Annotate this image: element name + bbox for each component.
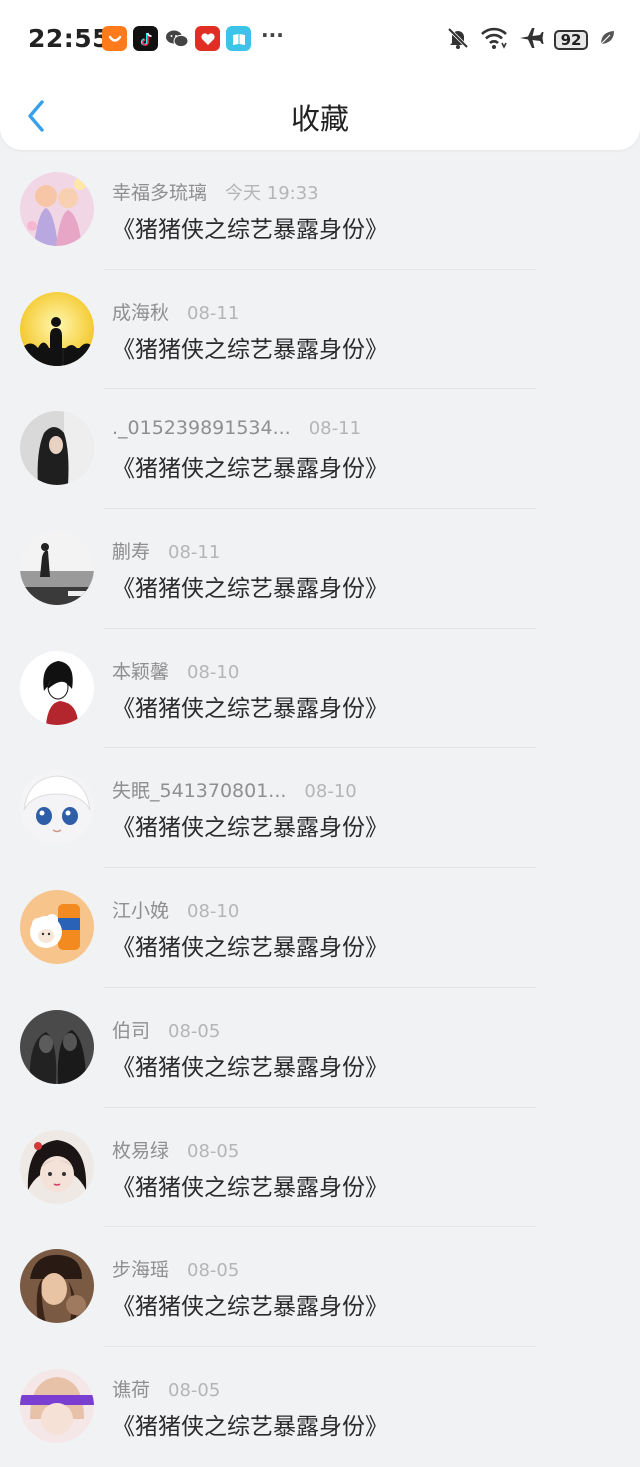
notification-app-icons: ··· bbox=[102, 22, 284, 51]
item-meta: 本颖馨 08-10 bbox=[112, 657, 239, 684]
list-item[interactable]: 伯司 08-05 《猪猪侠之综艺暴露身份》 bbox=[0, 988, 640, 1108]
favorites-list: 幸福多琉璃 今天 19:33 《猪猪侠之综艺暴露身份》 成海秋 08-11 《猪… bbox=[0, 150, 640, 1467]
item-meta: 失眠_541370801... 08-10 bbox=[112, 776, 357, 803]
list-item[interactable]: 成海秋 08-11 《猪猪侠之综艺暴露身份》 bbox=[0, 270, 640, 390]
item-meta: 伯司 08-05 bbox=[112, 1016, 220, 1043]
username[interactable]: 枚易绿 bbox=[112, 1136, 169, 1163]
collection-title[interactable]: 《猪猪侠之综艺暴露身份》 bbox=[112, 330, 388, 364]
list-item[interactable]: 幸福多琉璃 今天 19:33 《猪猪侠之综艺暴露身份》 bbox=[0, 150, 640, 270]
more-notifications-icon: ··· bbox=[261, 22, 284, 47]
airplane-mode-icon bbox=[518, 26, 544, 54]
nav-bar: 收藏 bbox=[0, 82, 640, 148]
username[interactable]: 幸福多琉璃 bbox=[112, 178, 207, 205]
username[interactable]: 伯司 bbox=[112, 1016, 150, 1043]
list-item[interactable]: 枚易绿 08-05 《猪猪侠之综艺暴露身份》 bbox=[0, 1108, 640, 1228]
date: 今天 19:33 bbox=[225, 183, 319, 204]
reader-icon bbox=[226, 26, 251, 51]
list-item[interactable]: 谯荷 08-05 《猪猪侠之综艺暴露身份》 bbox=[0, 1347, 640, 1467]
username[interactable]: 江小娩 bbox=[112, 896, 169, 923]
username[interactable]: ._015239891534... bbox=[112, 417, 291, 439]
avatar[interactable] bbox=[20, 172, 94, 246]
avatar[interactable] bbox=[20, 291, 94, 366]
system-icons: 92 bbox=[446, 26, 616, 54]
username[interactable]: 成海秋 bbox=[112, 298, 169, 325]
username[interactable]: 蒯寿 bbox=[112, 537, 150, 564]
collection-title[interactable]: 《猪猪侠之综艺暴露身份》 bbox=[112, 689, 388, 723]
collection-title[interactable]: 《猪猪侠之综艺暴露身份》 bbox=[112, 808, 388, 842]
avatar[interactable] bbox=[20, 411, 94, 486]
avatar[interactable] bbox=[20, 770, 94, 845]
date: 08-05 bbox=[187, 1260, 240, 1282]
list-item[interactable]: 江小娩 08-10 《猪猪侠之综艺暴露身份》 bbox=[0, 868, 640, 988]
page-title: 收藏 bbox=[290, 102, 349, 136]
mute-bell-icon bbox=[446, 26, 470, 54]
collection-title[interactable]: 《猪猪侠之综艺暴露身份》 bbox=[112, 1168, 388, 1202]
item-meta: 江小娩 08-10 bbox=[112, 896, 239, 923]
collection-title[interactable]: 《猪猪侠之综艺暴露身份》 bbox=[112, 449, 388, 483]
date: 08-05 bbox=[168, 1379, 221, 1401]
battery-level: 92 bbox=[554, 30, 588, 50]
item-meta: 枚易绿 08-05 bbox=[112, 1136, 239, 1163]
date: 08-11 bbox=[308, 418, 362, 440]
date: 08-10 bbox=[187, 661, 240, 683]
date: 08-10 bbox=[304, 781, 357, 803]
pinduoduo-icon bbox=[195, 26, 220, 51]
item-meta: 成海秋 08-11 bbox=[112, 298, 239, 325]
avatar[interactable] bbox=[20, 890, 94, 965]
username[interactable]: 谯荷 bbox=[112, 1375, 150, 1402]
collection-title[interactable]: 《猪猪侠之综艺暴露身份》 bbox=[112, 1287, 388, 1321]
leaf-icon bbox=[598, 29, 616, 51]
collection-title[interactable]: 《猪猪侠之综艺暴露身份》 bbox=[112, 210, 388, 244]
collection-title[interactable]: 《猪猪侠之综艺暴露身份》 bbox=[112, 928, 388, 962]
item-meta: 蒯寿 08-11 bbox=[112, 537, 220, 564]
collection-title[interactable]: 《猪猪侠之综艺暴露身份》 bbox=[112, 1407, 388, 1441]
item-meta: 步海瑶 08-05 bbox=[112, 1255, 239, 1282]
header-card: 22:55 ··· 92 收藏 bbox=[0, 0, 640, 150]
date: 08-05 bbox=[187, 1140, 240, 1162]
item-meta: 幸福多琉璃 今天 19:33 bbox=[112, 178, 319, 205]
wechat-icon bbox=[164, 26, 189, 51]
list-item[interactable]: 本颖馨 08-10 《猪猪侠之综艺暴露身份》 bbox=[0, 629, 640, 749]
avatar[interactable] bbox=[20, 1249, 94, 1324]
item-meta: ._015239891534... 08-11 bbox=[112, 417, 361, 439]
status-bar: 22:55 ··· 92 bbox=[0, 0, 640, 80]
list-item[interactable]: ._015239891534... 08-11 《猪猪侠之综艺暴露身份》 bbox=[0, 389, 640, 510]
date: 08-11 bbox=[168, 542, 221, 564]
avatar[interactable] bbox=[20, 1129, 94, 1204]
username[interactable]: 失眠_541370801... bbox=[112, 776, 286, 803]
tiktok-icon bbox=[133, 26, 158, 51]
list-item[interactable]: 蒯寿 08-11 《猪猪侠之综艺暴露身份》 bbox=[0, 509, 640, 629]
avatar[interactable] bbox=[20, 1009, 94, 1084]
date: 08-05 bbox=[168, 1020, 221, 1042]
avatar[interactable] bbox=[20, 1368, 94, 1443]
item-meta: 谯荷 08-05 bbox=[112, 1375, 220, 1402]
collection-title[interactable]: 《猪猪侠之综艺暴露身份》 bbox=[112, 569, 388, 603]
collection-title[interactable]: 《猪猪侠之综艺暴露身份》 bbox=[112, 1048, 388, 1082]
avatar[interactable] bbox=[20, 531, 94, 606]
wifi-icon bbox=[480, 26, 508, 54]
taobao-icon bbox=[102, 26, 127, 51]
username[interactable]: 步海瑶 bbox=[112, 1255, 169, 1282]
date: 08-11 bbox=[187, 302, 240, 324]
username[interactable]: 本颖馨 bbox=[112, 657, 169, 684]
list-item[interactable]: 步海瑶 08-05 《猪猪侠之综艺暴露身份》 bbox=[0, 1227, 640, 1347]
status-time: 22:55 bbox=[28, 24, 111, 53]
avatar[interactable] bbox=[20, 650, 94, 725]
list-item[interactable]: 失眠_541370801... 08-10 《猪猪侠之综艺暴露身份》 bbox=[0, 748, 640, 869]
date: 08-10 bbox=[187, 901, 240, 923]
